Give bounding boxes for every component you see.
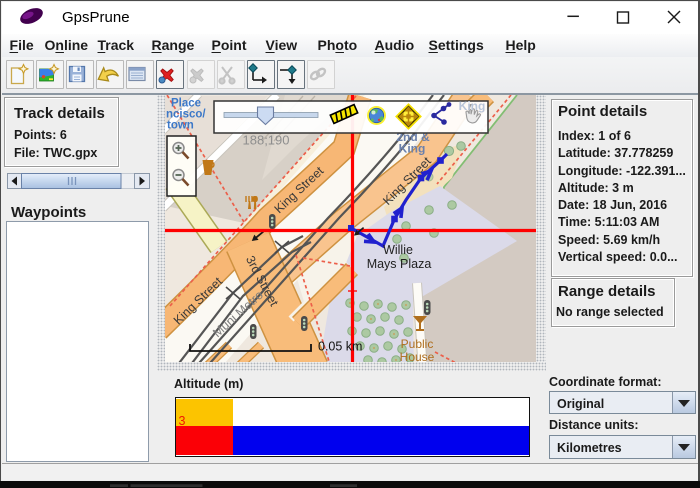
svg-text:House: House: [400, 350, 435, 362]
svg-text:Public: Public: [401, 337, 434, 351]
svg-text:town: town: [167, 120, 194, 132]
svg-text:Mays Plaza: Mays Plaza: [367, 257, 432, 271]
svg-text:188;190: 188;190: [243, 133, 290, 148]
svg-text:0.05 km: 0.05 km: [318, 340, 362, 354]
svg-text:King: King: [459, 99, 486, 113]
svg-text:King: King: [399, 142, 426, 156]
svg-text:Willie: Willie: [383, 243, 413, 257]
